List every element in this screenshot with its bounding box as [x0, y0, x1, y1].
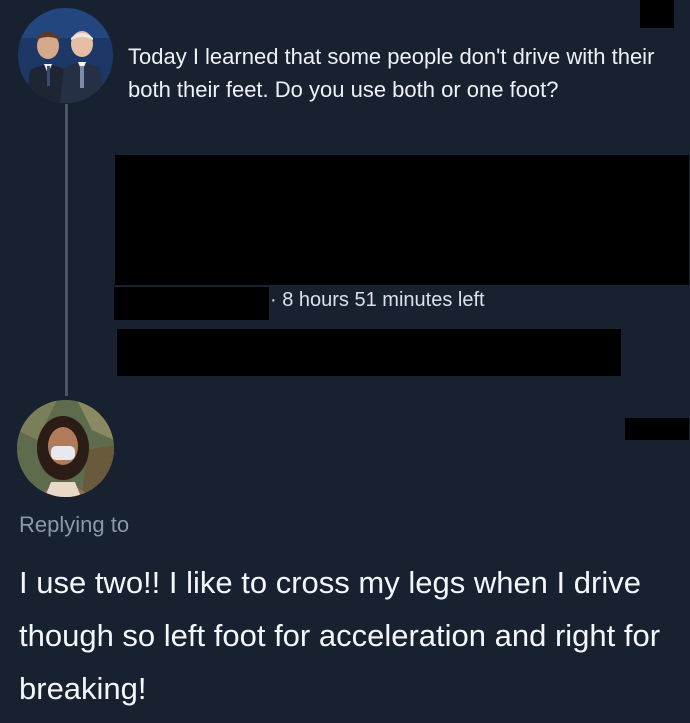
profile-photo-avatar-icon	[17, 400, 114, 497]
profile-photo-avatar-icon	[18, 8, 113, 103]
avatar[interactable]	[18, 8, 113, 103]
redacted-top-right	[640, 0, 674, 28]
avatar[interactable]	[17, 400, 114, 497]
replying-to-label: Replying to	[19, 512, 130, 537]
tweet-text: Today I learned that some people don't d…	[128, 44, 655, 102]
reply-text: I use two!! I like to cross my legs when…	[19, 565, 661, 706]
thread-connector-line	[65, 104, 68, 396]
redacted-tweet-meta	[117, 329, 621, 376]
redacted-poll-options	[115, 155, 689, 285]
redacted-poll-votes	[114, 287, 269, 320]
poll-time-left: · 8 hours 51 minutes left	[270, 289, 485, 311]
redacted-reply-meta	[625, 418, 689, 440]
